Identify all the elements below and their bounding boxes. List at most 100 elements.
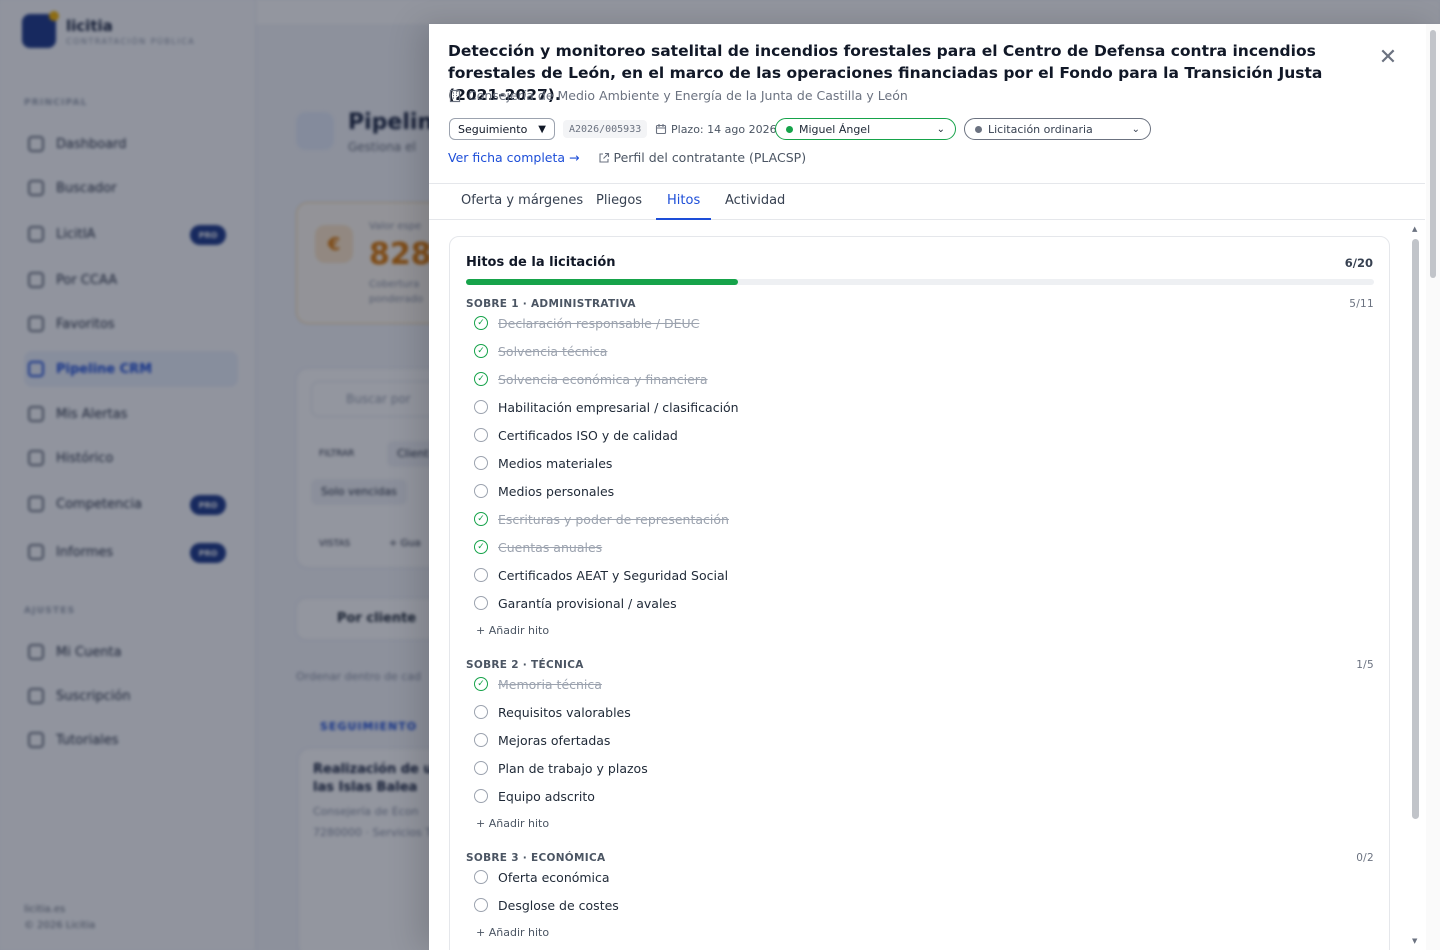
milestone-item[interactable]: Medios personales: [474, 477, 614, 505]
tab-hitos[interactable]: Hitos: [656, 184, 712, 220]
drawer-scrollbar[interactable]: [1426, 24, 1440, 950]
milestones-title: Hitos de la licitación: [466, 255, 616, 270]
milestones-progress-bar: [466, 279, 1374, 285]
milestone-item[interactable]: Plan de trabajo y plazos: [474, 754, 648, 782]
check-circle-icon[interactable]: ✓: [474, 316, 488, 330]
status-select-value: Seguimiento: [458, 122, 528, 136]
milestone-label: Oferta económica: [498, 869, 610, 885]
milestone-item[interactable]: ✓ Escrituras y poder de representación: [474, 505, 729, 533]
milestones-panel: Hitos de la licitación 6/20 SOBRE 1 · AD…: [449, 236, 1390, 950]
scroll-down-icon[interactable]: ▼: [1412, 937, 1417, 945]
milestone-label: Desglose de costes: [498, 897, 619, 913]
milestone-label: Mejoras ofertadas: [498, 732, 611, 748]
circle-checkbox[interactable]: [474, 428, 488, 442]
milestone-item[interactable]: ✓ Memoria técnica: [474, 670, 602, 698]
add-milestone-label: Añadir hito: [488, 817, 550, 830]
tab-activity[interactable]: Actividad: [725, 184, 785, 220]
contractor-profile-link[interactable]: Perfil del contratante (PLACSP): [598, 150, 806, 165]
check-circle-icon[interactable]: ✓: [474, 540, 488, 554]
close-icon[interactable]: ✕: [1376, 46, 1400, 70]
deadline-text: Plazo: 14 ago 2026: [671, 122, 777, 136]
procedure-name: Licitación ordinaria: [988, 122, 1093, 136]
milestone-item[interactable]: Certificados AEAT y Seguridad Social: [474, 561, 728, 589]
milestone-item[interactable]: ✓ Cuentas anuales: [474, 533, 602, 561]
milestone-label: Cuentas anuales: [498, 539, 603, 555]
check-circle-icon[interactable]: ✓: [474, 677, 488, 691]
assignee-dot: [786, 125, 793, 133]
deadline: Plazo: 14 ago 2026: [655, 118, 777, 140]
building-icon: [449, 89, 461, 102]
section-header: SOBRE 2 · TÉCNICA 1/5: [466, 659, 1374, 671]
circle-checkbox[interactable]: [474, 596, 488, 610]
circle-checkbox[interactable]: [474, 898, 488, 912]
plus-icon: +: [476, 817, 489, 830]
milestone-item[interactable]: Requisitos valorables: [474, 698, 631, 726]
plus-icon: +: [476, 624, 489, 637]
circle-checkbox[interactable]: [474, 568, 488, 582]
milestone-item[interactable]: ✓ Solvencia económica y financiera: [474, 365, 708, 393]
drawer-scrollbar-thumb[interactable]: [1430, 30, 1436, 278]
tab-content: Hitos de la licitación 6/20 SOBRE 1 · AD…: [429, 221, 1425, 950]
status-select[interactable]: Seguimiento ▼: [449, 118, 555, 140]
content-scrollbar[interactable]: ▲ ▼: [1410, 221, 1421, 950]
milestone-item[interactable]: Certificados ISO y de calidad: [474, 421, 678, 449]
chevron-down-icon: ⌄: [936, 123, 945, 135]
milestone-label: Medios personales: [498, 483, 615, 499]
check-circle-icon[interactable]: ✓: [474, 372, 488, 386]
scroll-up-icon[interactable]: ▲: [1412, 225, 1417, 233]
tender-code: A2026/005933: [563, 120, 648, 138]
procedure-select[interactable]: Licitación ordinaria ⌄: [964, 118, 1151, 140]
tab-pliegos[interactable]: Pliegos: [596, 184, 642, 220]
milestone-item[interactable]: Garantía provisional / avales: [474, 589, 677, 617]
section-count: 1/5: [1356, 659, 1374, 671]
view-full-record-link[interactable]: Ver ficha completa →: [448, 150, 580, 165]
milestone-label: Equipo adscrito: [498, 788, 595, 804]
circle-checkbox[interactable]: [474, 400, 488, 414]
milestone-item[interactable]: Equipo adscrito: [474, 782, 595, 810]
check-circle-icon[interactable]: ✓: [474, 344, 488, 358]
circle-checkbox[interactable]: [474, 733, 488, 747]
drawer-links: Ver ficha completa → Perfil del contrata…: [448, 150, 806, 165]
add-milestone-button[interactable]: + Añadir hito: [476, 926, 549, 939]
milestone-item[interactable]: Medios materiales: [474, 449, 612, 477]
milestones-progress-fill: [466, 279, 739, 285]
milestone-label: Solvencia económica y financiera: [498, 371, 708, 387]
drawer-tabs: Oferta y márgenes Pliegos Hitos Activida…: [429, 183, 1425, 220]
milestone-label: Memoria técnica: [498, 676, 602, 692]
milestones-count: 6/20: [1344, 256, 1373, 270]
milestone-item[interactable]: ✓ Declaración responsable / DEUC: [474, 309, 699, 337]
milestone-label: Declaración responsable / DEUC: [498, 315, 700, 331]
circle-checkbox[interactable]: [474, 705, 488, 719]
add-milestone-label: Añadir hito: [488, 926, 550, 939]
add-milestone-button[interactable]: + Añadir hito: [476, 817, 549, 830]
milestone-item[interactable]: Mejoras ofertadas: [474, 726, 610, 754]
section-count: 5/11: [1349, 298, 1374, 310]
milestone-item[interactable]: Desglose de costes: [474, 891, 619, 919]
external-link-icon: [598, 152, 609, 163]
add-milestone-button[interactable]: + Añadir hito: [476, 624, 549, 637]
milestone-label: Medios materiales: [498, 455, 613, 471]
milestone-label: Solvencia técnica: [498, 343, 608, 359]
assignee-name: Miguel Ángel: [799, 122, 871, 136]
scrollbar-thumb[interactable]: [1412, 239, 1419, 819]
section-count: 0/2: [1356, 852, 1374, 864]
circle-checkbox[interactable]: [474, 484, 488, 498]
check-circle-icon[interactable]: ✓: [474, 512, 488, 526]
organization-name: Consejería de Medio Ambiente y Energía d…: [468, 88, 908, 103]
tab-offer-margins[interactable]: Oferta y márgenes: [461, 184, 583, 220]
milestone-label: Certificados ISO y de calidad: [498, 427, 678, 443]
milestone-label: Escrituras y poder de representación: [498, 511, 729, 527]
milestone-item[interactable]: ✓ Solvencia técnica: [474, 337, 607, 365]
circle-checkbox[interactable]: [474, 789, 488, 803]
milestone-item[interactable]: Oferta económica: [474, 863, 610, 891]
milestone-label: Habilitación empresarial / clasificación: [498, 399, 739, 415]
tender-detail-drawer: Detección y monitoreo satelital de incen…: [429, 24, 1440, 950]
circle-checkbox[interactable]: [474, 456, 488, 470]
circle-checkbox[interactable]: [474, 870, 488, 884]
milestone-item[interactable]: Habilitación empresarial / clasificación: [474, 393, 739, 421]
assignee-select[interactable]: Miguel Ángel ⌄: [775, 118, 956, 140]
milestone-label: Plan de trabajo y plazos: [498, 760, 648, 776]
calendar-icon: [655, 124, 667, 135]
circle-checkbox[interactable]: [474, 761, 488, 775]
plus-icon: +: [476, 926, 489, 939]
